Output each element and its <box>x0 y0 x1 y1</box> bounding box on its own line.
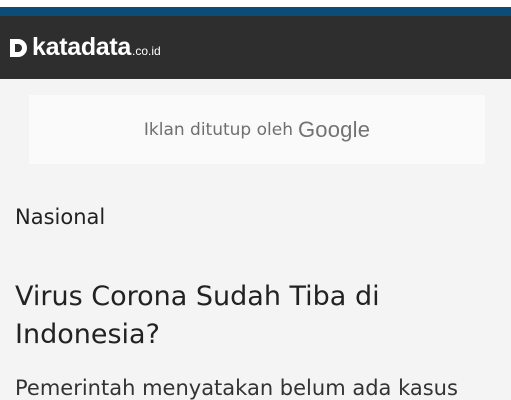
katadata-logo-icon <box>8 38 28 58</box>
logo-wordmark: katadata <box>32 33 132 61</box>
google-wordmark: Google <box>297 116 371 142</box>
site-logo-link[interactable]: katadata .co.id <box>8 33 161 62</box>
brand-accent-bar <box>0 7 511 16</box>
article-category[interactable]: Nasional <box>15 205 105 229</box>
ad-closed-notice: Iklan ditutup oleh Google <box>29 95 485 164</box>
article-title: Virus Corona Sudah Tiba di Indonesia? <box>15 281 380 350</box>
ad-closed-text: Iklan ditutup oleh <box>143 119 293 140</box>
site-header: katadata .co.id <box>0 16 511 79</box>
article-lead: Pemerintah menyatakan belum ada kasus <box>15 376 458 400</box>
logo-tld: .co.id <box>132 44 161 58</box>
top-strip <box>0 0 511 7</box>
